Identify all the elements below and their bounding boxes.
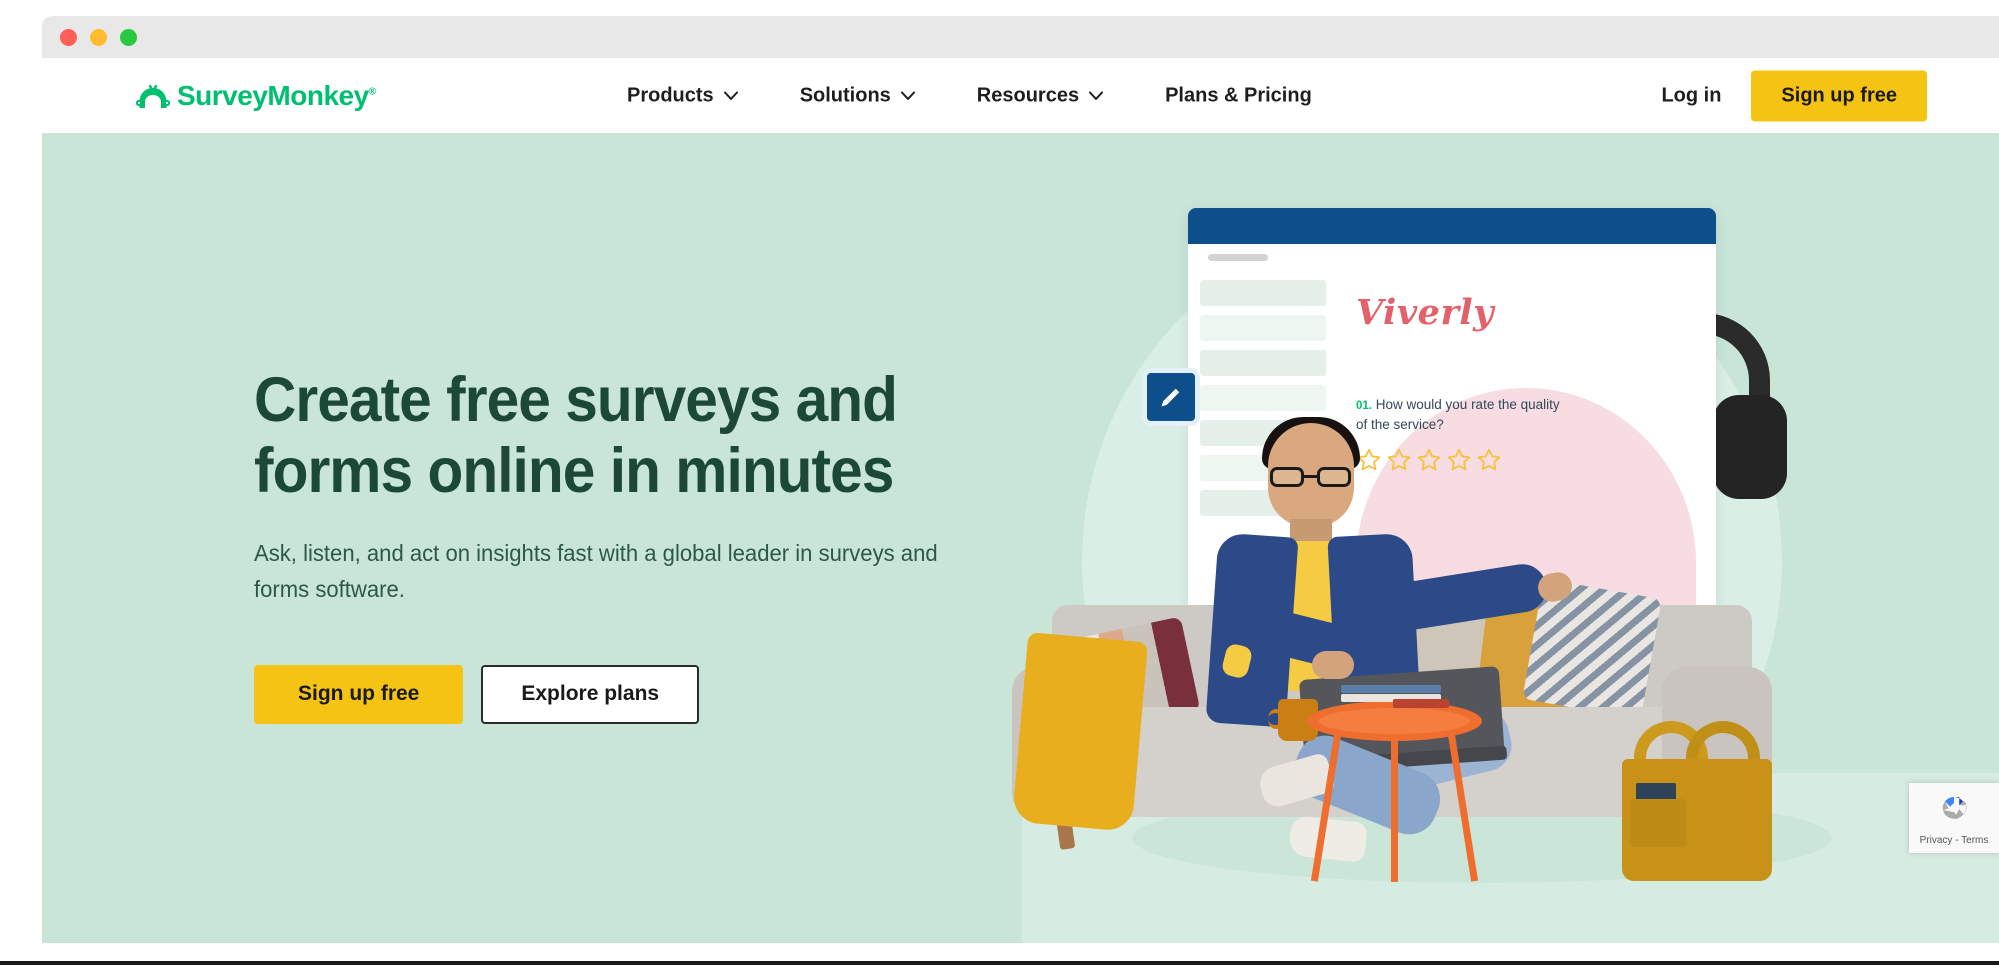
hero-subtitle: Ask, listen, and act on insights fast wi… [254,536,945,607]
chevron-down-icon [900,91,915,100]
hero-cta-group: Sign up free Explore plans [254,664,1014,724]
main-navigation: Products Solutions Resources Plans & Pri… [627,84,1312,107]
nav-item-resources[interactable]: Resources [976,84,1104,107]
side-table-prop [1307,685,1482,891]
explore-plans-button[interactable]: Explore plans [481,664,700,724]
monkey-logo-icon [135,84,171,110]
logo-wordmark: SurveyMonkey® [177,79,376,111]
surveymonkey-logo[interactable]: SurveyMonkey® [135,79,376,111]
headline-line-2: forms online in minutes [254,435,894,506]
chevron-down-icon [723,91,738,100]
headline-line-1: Create free surveys and [254,365,898,435]
header-signup-button[interactable]: Sign up free [1751,70,1927,121]
window-close-button[interactable] [60,28,77,46]
table-leg [1310,727,1343,882]
hero-signup-button[interactable]: Sign up free [254,664,464,724]
headphones-earcup-right [1713,395,1787,499]
browser-titlebar [42,16,1999,58]
login-link[interactable]: Log in [1661,84,1721,107]
header-actions: Log in Sign up free [1661,70,1927,121]
window-minimize-button[interactable] [90,28,107,46]
hero-illustration: Viverly 01. How would you rate the quali… [1011,133,1999,943]
table-leg [1391,727,1398,882]
page-bottom-bar [0,961,1999,965]
person-hand-left [1312,651,1354,679]
nav-item-solutions[interactable]: Solutions [800,84,915,107]
page-title: Create free surveys and forms online in … [254,365,961,506]
nav-item-products[interactable]: Products [627,84,738,107]
nav-item-plans-pricing-label: Plans & Pricing [1165,84,1312,106]
table-leg [1446,727,1479,882]
survey-card-header [1188,208,1716,244]
site-header: SurveyMonkey® Products Solutions Resourc… [42,58,1999,133]
nav-item-products-label: Products [627,84,714,106]
toolbar-placeholder-pill [1208,253,1268,261]
nav-item-solutions-label: Solutions [799,84,891,106]
hero-copy: Create free surveys and forms online in … [254,365,1014,724]
viverly-brand-logo: Viverly [1356,292,1495,333]
recaptcha-icon [1936,791,1972,832]
sidebar-placeholder-row [1200,385,1326,411]
recaptcha-label[interactable]: Privacy - Terms [1920,835,1989,846]
sidebar-placeholder-row [1200,350,1326,376]
books-prop [1341,685,1449,708]
recaptcha-badge[interactable]: Privacy - Terms [1909,783,1999,853]
survey-card-toolbar [1188,244,1716,270]
nav-item-resources-label: Resources [976,84,1080,106]
question-number: 01. [1356,400,1372,412]
subtitle-line-1: Ask, listen, and act on insights fast wi… [254,540,895,567]
page-root: SurveyMonkey® Products Solutions Resourc… [0,0,1999,965]
hero-section: Create free surveys and forms online in … [42,133,1999,943]
tote-bag-prop [1622,721,1772,881]
pencil-icon [1142,368,1200,426]
yellow-blanket-prop [1011,632,1149,832]
table-top-inner [1319,708,1470,734]
tote-pocket [1630,799,1686,847]
glasses-icon [1270,467,1354,487]
sidebar-placeholder-row [1200,315,1326,341]
window-maximize-button[interactable] [120,28,137,46]
nav-item-plans-pricing[interactable]: Plans & Pricing [1165,84,1312,107]
sidebar-placeholder-row [1200,280,1326,306]
browser-window: SurveyMonkey® Products Solutions Resourc… [42,16,1999,953]
chevron-down-icon [1089,91,1104,100]
